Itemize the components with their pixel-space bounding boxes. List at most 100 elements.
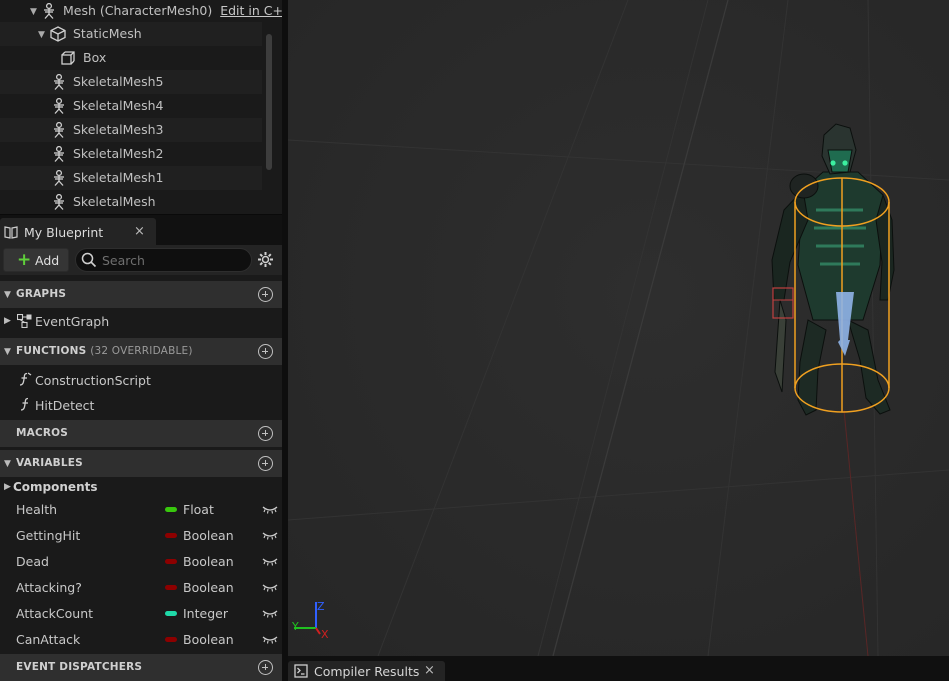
type-color-pill[interactable] [165,507,177,512]
bottom-tab-strip: Compiler Results × [288,656,949,681]
tab-compiler-results[interactable]: Compiler Results × [288,661,445,681]
variable-row-dead[interactable]: Dead Boolean [0,548,282,574]
section-variables[interactable]: ▼ VARIABLES [0,449,282,477]
tree-row-skeletalmesh2[interactable]: SkeletalMesh2 [0,142,262,166]
eye-closed-icon[interactable] [262,503,278,518]
compiler-results-icon [294,664,308,681]
add-function-icon[interactable] [258,344,273,359]
overridable-count: (32 OVERRIDABLE) [90,345,193,357]
search-box[interactable] [75,248,252,272]
viewport[interactable]: Z Y X [288,0,949,656]
tree-row-box[interactable]: Box [0,46,262,70]
chevron-right-icon[interactable]: ▶ [4,316,11,326]
chevron-down-icon[interactable]: ▼ [30,7,37,17]
skeleton-icon [41,3,57,19]
list-item-hitdetect[interactable]: HitDetect [0,393,282,418]
chevron-right-icon[interactable]: ▶ [4,482,11,492]
chevron-down-icon: ▼ [4,290,11,300]
tree-row-label: StaticMesh [73,26,142,41]
variable-row-attackcount[interactable]: AttackCount Integer [0,600,282,626]
edit-in-cpp-link[interactable]: Edit in C+ [220,3,282,18]
skeleton-icon [51,122,67,138]
box-collision-icon [60,50,76,66]
tree-scrollbar[interactable] [266,34,272,170]
variable-category-components[interactable]: ▶ Components [0,477,282,497]
add-variable-icon[interactable] [258,456,273,471]
type-color-pill[interactable] [165,611,177,616]
tree-row-label: SkeletalMesh3 [73,122,164,137]
variable-row-gettinghit[interactable]: GettingHit Boolean [0,522,282,548]
chevron-down-icon[interactable]: ▼ [38,30,45,40]
tab-label: My Blueprint [24,225,104,240]
variable-type: Boolean [183,528,234,543]
close-icon[interactable]: × [134,224,145,239]
variable-type: Boolean [183,554,234,569]
tree-row-skeletalmesh5[interactable]: SkeletalMesh5 [0,70,262,94]
type-color-pill[interactable] [165,585,177,590]
variable-type: Boolean [183,632,234,647]
section-title: EVENT DISPATCHERS [16,661,143,673]
type-color-pill[interactable] [165,533,177,538]
type-color-pill[interactable] [165,637,177,642]
skeleton-icon [51,98,67,114]
left-panel: ▼ Mesh (CharacterMesh0) Edit in C+ ▼ Stat… [0,0,282,681]
eye-closed-icon[interactable] [262,529,278,544]
add-graph-icon[interactable] [258,287,273,302]
tree-row-skeletalmesh1[interactable]: SkeletalMesh1 [0,166,262,190]
skeleton-icon [51,170,67,186]
variable-name: Attacking? [16,580,82,595]
eye-closed-icon[interactable] [262,633,278,648]
variable-row-attacking[interactable]: Attacking? Boolean [0,574,282,600]
variable-name: CanAttack [16,632,81,647]
section-macros[interactable]: MACROS [0,419,282,447]
axis-label-y: Y [291,620,299,633]
variable-name: AttackCount [16,606,94,621]
list-item-label: HitDetect [35,398,95,413]
section-title: MACROS [16,427,69,439]
variable-row-canattack[interactable]: CanAttack Boolean [0,626,282,652]
eye-closed-icon[interactable] [262,607,278,622]
add-button[interactable]: + Add [3,248,69,272]
variable-name: GettingHit [16,528,81,543]
list-item-constructionscript[interactable]: ConstructionScript [0,368,282,393]
skeleton-icon [51,194,67,210]
gear-icon[interactable] [257,251,274,271]
variable-type: Float [183,502,214,517]
function-icon [19,397,31,415]
tab-my-blueprint[interactable]: My Blueprint × [0,218,156,246]
tree-row-skeletalmesh4[interactable]: SkeletalMesh4 [0,94,262,118]
search-input[interactable] [102,252,242,268]
category-label: Components [13,480,98,494]
skeleton-icon [51,74,67,90]
tree-row-skeletalmesh3[interactable]: SkeletalMesh3 [0,118,262,142]
type-color-pill[interactable] [165,559,177,564]
axis-label-x: X [321,628,329,641]
variable-name: Health [16,502,58,517]
tree-row-staticmesh[interactable]: ▼ StaticMesh [0,22,262,46]
section-title: FUNCTIONS (32 OVERRIDABLE) [16,345,193,357]
variable-row-health[interactable]: Health Float [0,496,282,522]
add-event-dispatcher-icon[interactable] [258,660,273,675]
variable-type: Integer [183,606,228,621]
tree-row-mesh[interactable]: ▼ Mesh (CharacterMesh0) Edit in C+ [0,0,282,23]
close-icon[interactable]: × [424,663,435,678]
tab-label: Compiler Results [314,664,420,679]
tree-row-label: Mesh (CharacterMesh0) Edit in C+ [63,3,282,18]
eye-closed-icon[interactable] [262,581,278,596]
eye-closed-icon[interactable] [262,555,278,570]
search-icon [81,252,97,271]
add-button-label: Add [35,253,60,268]
cube-icon [50,26,66,42]
tree-row-label: SkeletalMesh [73,194,156,209]
section-event-dispatchers[interactable]: EVENT DISPATCHERS [0,653,282,681]
list-item-label: ConstructionScript [35,373,151,388]
tree-row-skeletalmesh[interactable]: SkeletalMesh [0,190,262,214]
section-functions[interactable]: ▼ FUNCTIONS (32 OVERRIDABLE) [0,337,282,365]
book-icon [4,225,18,242]
add-macro-icon[interactable] [258,426,273,441]
tree-row-label: Box [83,50,107,65]
section-graphs[interactable]: ▼ GRAPHS [0,280,282,308]
tree-row-label: SkeletalMesh4 [73,98,164,113]
list-item-label: EventGraph [35,314,110,329]
list-item-eventgraph[interactable]: ▶ EventGraph [0,309,282,334]
